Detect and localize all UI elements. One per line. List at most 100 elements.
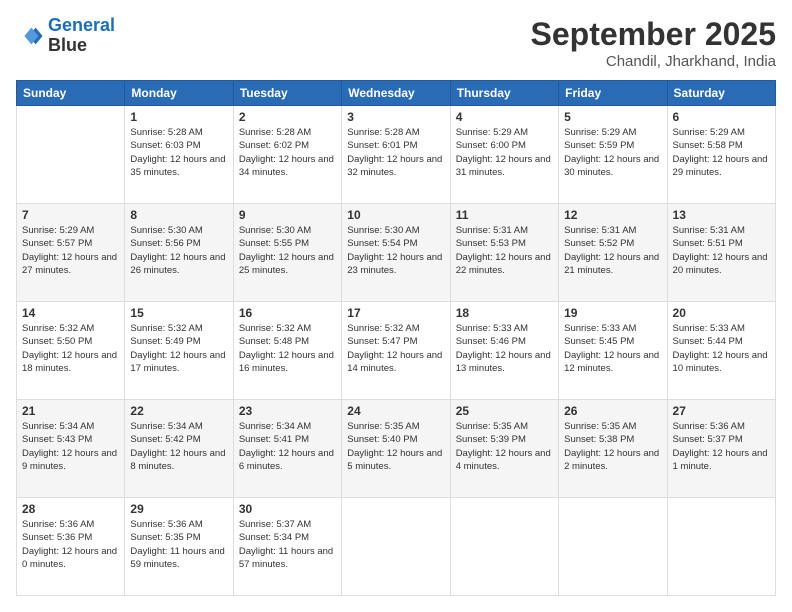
day-info: Sunrise: 5:36 AMSunset: 5:37 PMDaylight:… xyxy=(673,420,770,473)
calendar-cell: 14 Sunrise: 5:32 AMSunset: 5:50 PMDayligh… xyxy=(17,302,125,400)
calendar-cell xyxy=(667,498,775,596)
day-info: Sunrise: 5:29 AMSunset: 5:59 PMDaylight:… xyxy=(564,126,661,179)
weekday-header: Friday xyxy=(559,81,667,106)
day-number: 3 xyxy=(347,110,444,124)
day-number: 30 xyxy=(239,502,336,516)
day-number: 17 xyxy=(347,306,444,320)
header-row: SundayMondayTuesdayWednesdayThursdayFrid… xyxy=(17,81,776,106)
weekday-header: Saturday xyxy=(667,81,775,106)
day-number: 26 xyxy=(564,404,661,418)
day-info: Sunrise: 5:32 AMSunset: 5:49 PMDaylight:… xyxy=(130,322,227,375)
day-number: 27 xyxy=(673,404,770,418)
calendar-cell: 15 Sunrise: 5:32 AMSunset: 5:49 PMDayligh… xyxy=(125,302,233,400)
calendar-cell: 5 Sunrise: 5:29 AMSunset: 5:59 PMDaylight… xyxy=(559,106,667,204)
header: General Blue September 2025 Chandil, Jha… xyxy=(16,16,776,70)
day-info: Sunrise: 5:34 AMSunset: 5:42 PMDaylight:… xyxy=(130,420,227,473)
logo-text: General Blue xyxy=(48,16,115,56)
calendar-cell: 24 Sunrise: 5:35 AMSunset: 5:40 PMDayligh… xyxy=(342,400,450,498)
calendar-cell: 11 Sunrise: 5:31 AMSunset: 5:53 PMDayligh… xyxy=(450,204,558,302)
calendar-cell: 3 Sunrise: 5:28 AMSunset: 6:01 PMDaylight… xyxy=(342,106,450,204)
logo-icon xyxy=(16,22,44,50)
calendar-cell: 22 Sunrise: 5:34 AMSunset: 5:42 PMDayligh… xyxy=(125,400,233,498)
calendar-week-row: 28 Sunrise: 5:36 AMSunset: 5:36 PMDayligh… xyxy=(17,498,776,596)
calendar-cell: 12 Sunrise: 5:31 AMSunset: 5:52 PMDayligh… xyxy=(559,204,667,302)
day-number: 12 xyxy=(564,208,661,222)
day-number: 29 xyxy=(130,502,227,516)
logo-line1: General xyxy=(48,15,115,35)
month-title: September 2025 xyxy=(531,16,776,53)
day-number: 28 xyxy=(22,502,119,516)
calendar-cell: 29Sunrise: 5:36 AMSunset: 5:35 PMDayligh… xyxy=(125,498,233,596)
calendar-cell: 10Sunrise: 5:30 AMSunset: 5:54 PMDayligh… xyxy=(342,204,450,302)
day-info: Sunrise: 5:29 AMSunset: 5:58 PMDaylight:… xyxy=(673,126,770,179)
day-info: Sunrise: 5:31 AMSunset: 5:52 PMDaylight:… xyxy=(564,224,661,277)
logo: General Blue xyxy=(16,16,115,56)
location: Chandil, Jharkhand, India xyxy=(531,53,776,70)
weekday-header: Thursday xyxy=(450,81,558,106)
calendar-cell: 4Sunrise: 5:29 AMSunset: 6:00 PMDaylight… xyxy=(450,106,558,204)
calendar-cell xyxy=(559,498,667,596)
day-number: 22 xyxy=(130,404,227,418)
day-info: Sunrise: 5:30 AMSunset: 5:56 PMDaylight:… xyxy=(130,224,227,277)
day-number: 11 xyxy=(456,208,553,222)
day-number: 23 xyxy=(239,404,336,418)
day-number: 14 xyxy=(22,306,119,320)
weekday-header: Tuesday xyxy=(233,81,341,106)
title-block: September 2025 Chandil, Jharkhand, India xyxy=(531,16,776,70)
calendar-cell: 9 Sunrise: 5:30 AMSunset: 5:55 PMDaylight… xyxy=(233,204,341,302)
day-number: 15 xyxy=(130,306,227,320)
calendar-week-row: 14 Sunrise: 5:32 AMSunset: 5:50 PMDayligh… xyxy=(17,302,776,400)
day-info: Sunrise: 5:36 AMSunset: 5:36 PMDaylight:… xyxy=(22,518,119,571)
calendar-cell: 6Sunrise: 5:29 AMSunset: 5:58 PMDaylight… xyxy=(667,106,775,204)
day-info: Sunrise: 5:35 AMSunset: 5:40 PMDaylight:… xyxy=(347,420,444,473)
calendar-cell: 18 Sunrise: 5:33 AMSunset: 5:46 PMDayligh… xyxy=(450,302,558,400)
day-number: 1 xyxy=(130,110,227,124)
day-number: 25 xyxy=(456,404,553,418)
day-info: Sunrise: 5:33 AMSunset: 5:45 PMDaylight:… xyxy=(564,322,661,375)
day-number: 21 xyxy=(22,404,119,418)
calendar-cell: 26 Sunrise: 5:35 AMSunset: 5:38 PMDayligh… xyxy=(559,400,667,498)
day-number: 7 xyxy=(22,208,119,222)
day-number: 19 xyxy=(564,306,661,320)
calendar-cell: 7Sunrise: 5:29 AMSunset: 5:57 PMDaylight… xyxy=(17,204,125,302)
day-info: Sunrise: 5:28 AMSunset: 6:01 PMDaylight:… xyxy=(347,126,444,179)
day-number: 13 xyxy=(673,208,770,222)
day-info: Sunrise: 5:35 AMSunset: 5:39 PMDaylight:… xyxy=(456,420,553,473)
day-info: Sunrise: 5:34 AMSunset: 5:41 PMDaylight:… xyxy=(239,420,336,473)
calendar-cell xyxy=(342,498,450,596)
day-number: 18 xyxy=(456,306,553,320)
calendar-table: SundayMondayTuesdayWednesdayThursdayFrid… xyxy=(16,80,776,596)
calendar-cell: 20Sunrise: 5:33 AMSunset: 5:44 PMDayligh… xyxy=(667,302,775,400)
day-info: Sunrise: 5:34 AMSunset: 5:43 PMDaylight:… xyxy=(22,420,119,473)
calendar-week-row: 7Sunrise: 5:29 AMSunset: 5:57 PMDaylight… xyxy=(17,204,776,302)
calendar-cell: 8 Sunrise: 5:30 AMSunset: 5:56 PMDaylight… xyxy=(125,204,233,302)
day-info: Sunrise: 5:35 AMSunset: 5:38 PMDaylight:… xyxy=(564,420,661,473)
day-number: 5 xyxy=(564,110,661,124)
calendar-cell: 16 Sunrise: 5:32 AMSunset: 5:48 PMDayligh… xyxy=(233,302,341,400)
day-number: 24 xyxy=(347,404,444,418)
day-info: Sunrise: 5:33 AMSunset: 5:46 PMDaylight:… xyxy=(456,322,553,375)
weekday-header: Sunday xyxy=(17,81,125,106)
calendar-cell: 23 Sunrise: 5:34 AMSunset: 5:41 PMDayligh… xyxy=(233,400,341,498)
day-number: 16 xyxy=(239,306,336,320)
calendar-cell: 30 Sunrise: 5:37 AMSunset: 5:34 PMDayligh… xyxy=(233,498,341,596)
day-info: Sunrise: 5:30 AMSunset: 5:55 PMDaylight:… xyxy=(239,224,336,277)
day-info: Sunrise: 5:32 AMSunset: 5:48 PMDaylight:… xyxy=(239,322,336,375)
calendar-cell xyxy=(450,498,558,596)
day-info: Sunrise: 5:31 AMSunset: 5:53 PMDaylight:… xyxy=(456,224,553,277)
day-info: Sunrise: 5:30 AMSunset: 5:54 PMDaylight:… xyxy=(347,224,444,277)
logo-line2: Blue xyxy=(48,36,115,56)
day-info: Sunrise: 5:31 AMSunset: 5:51 PMDaylight:… xyxy=(673,224,770,277)
calendar-cell: 13 Sunrise: 5:31 AMSunset: 5:51 PMDayligh… xyxy=(667,204,775,302)
calendar-week-row: 1Sunrise: 5:28 AMSunset: 6:03 PMDaylight… xyxy=(17,106,776,204)
day-info: Sunrise: 5:32 AMSunset: 5:47 PMDaylight:… xyxy=(347,322,444,375)
calendar-cell: 17 Sunrise: 5:32 AMSunset: 5:47 PMDayligh… xyxy=(342,302,450,400)
calendar-cell: 27 Sunrise: 5:36 AMSunset: 5:37 PMDayligh… xyxy=(667,400,775,498)
day-number: 9 xyxy=(239,208,336,222)
day-number: 8 xyxy=(130,208,227,222)
weekday-header: Monday xyxy=(125,81,233,106)
day-info: Sunrise: 5:37 AMSunset: 5:34 PMDaylight:… xyxy=(239,518,336,571)
day-info: Sunrise: 5:32 AMSunset: 5:50 PMDaylight:… xyxy=(22,322,119,375)
day-info: Sunrise: 5:29 AMSunset: 6:00 PMDaylight:… xyxy=(456,126,553,179)
calendar-cell: 28 Sunrise: 5:36 AMSunset: 5:36 PMDayligh… xyxy=(17,498,125,596)
